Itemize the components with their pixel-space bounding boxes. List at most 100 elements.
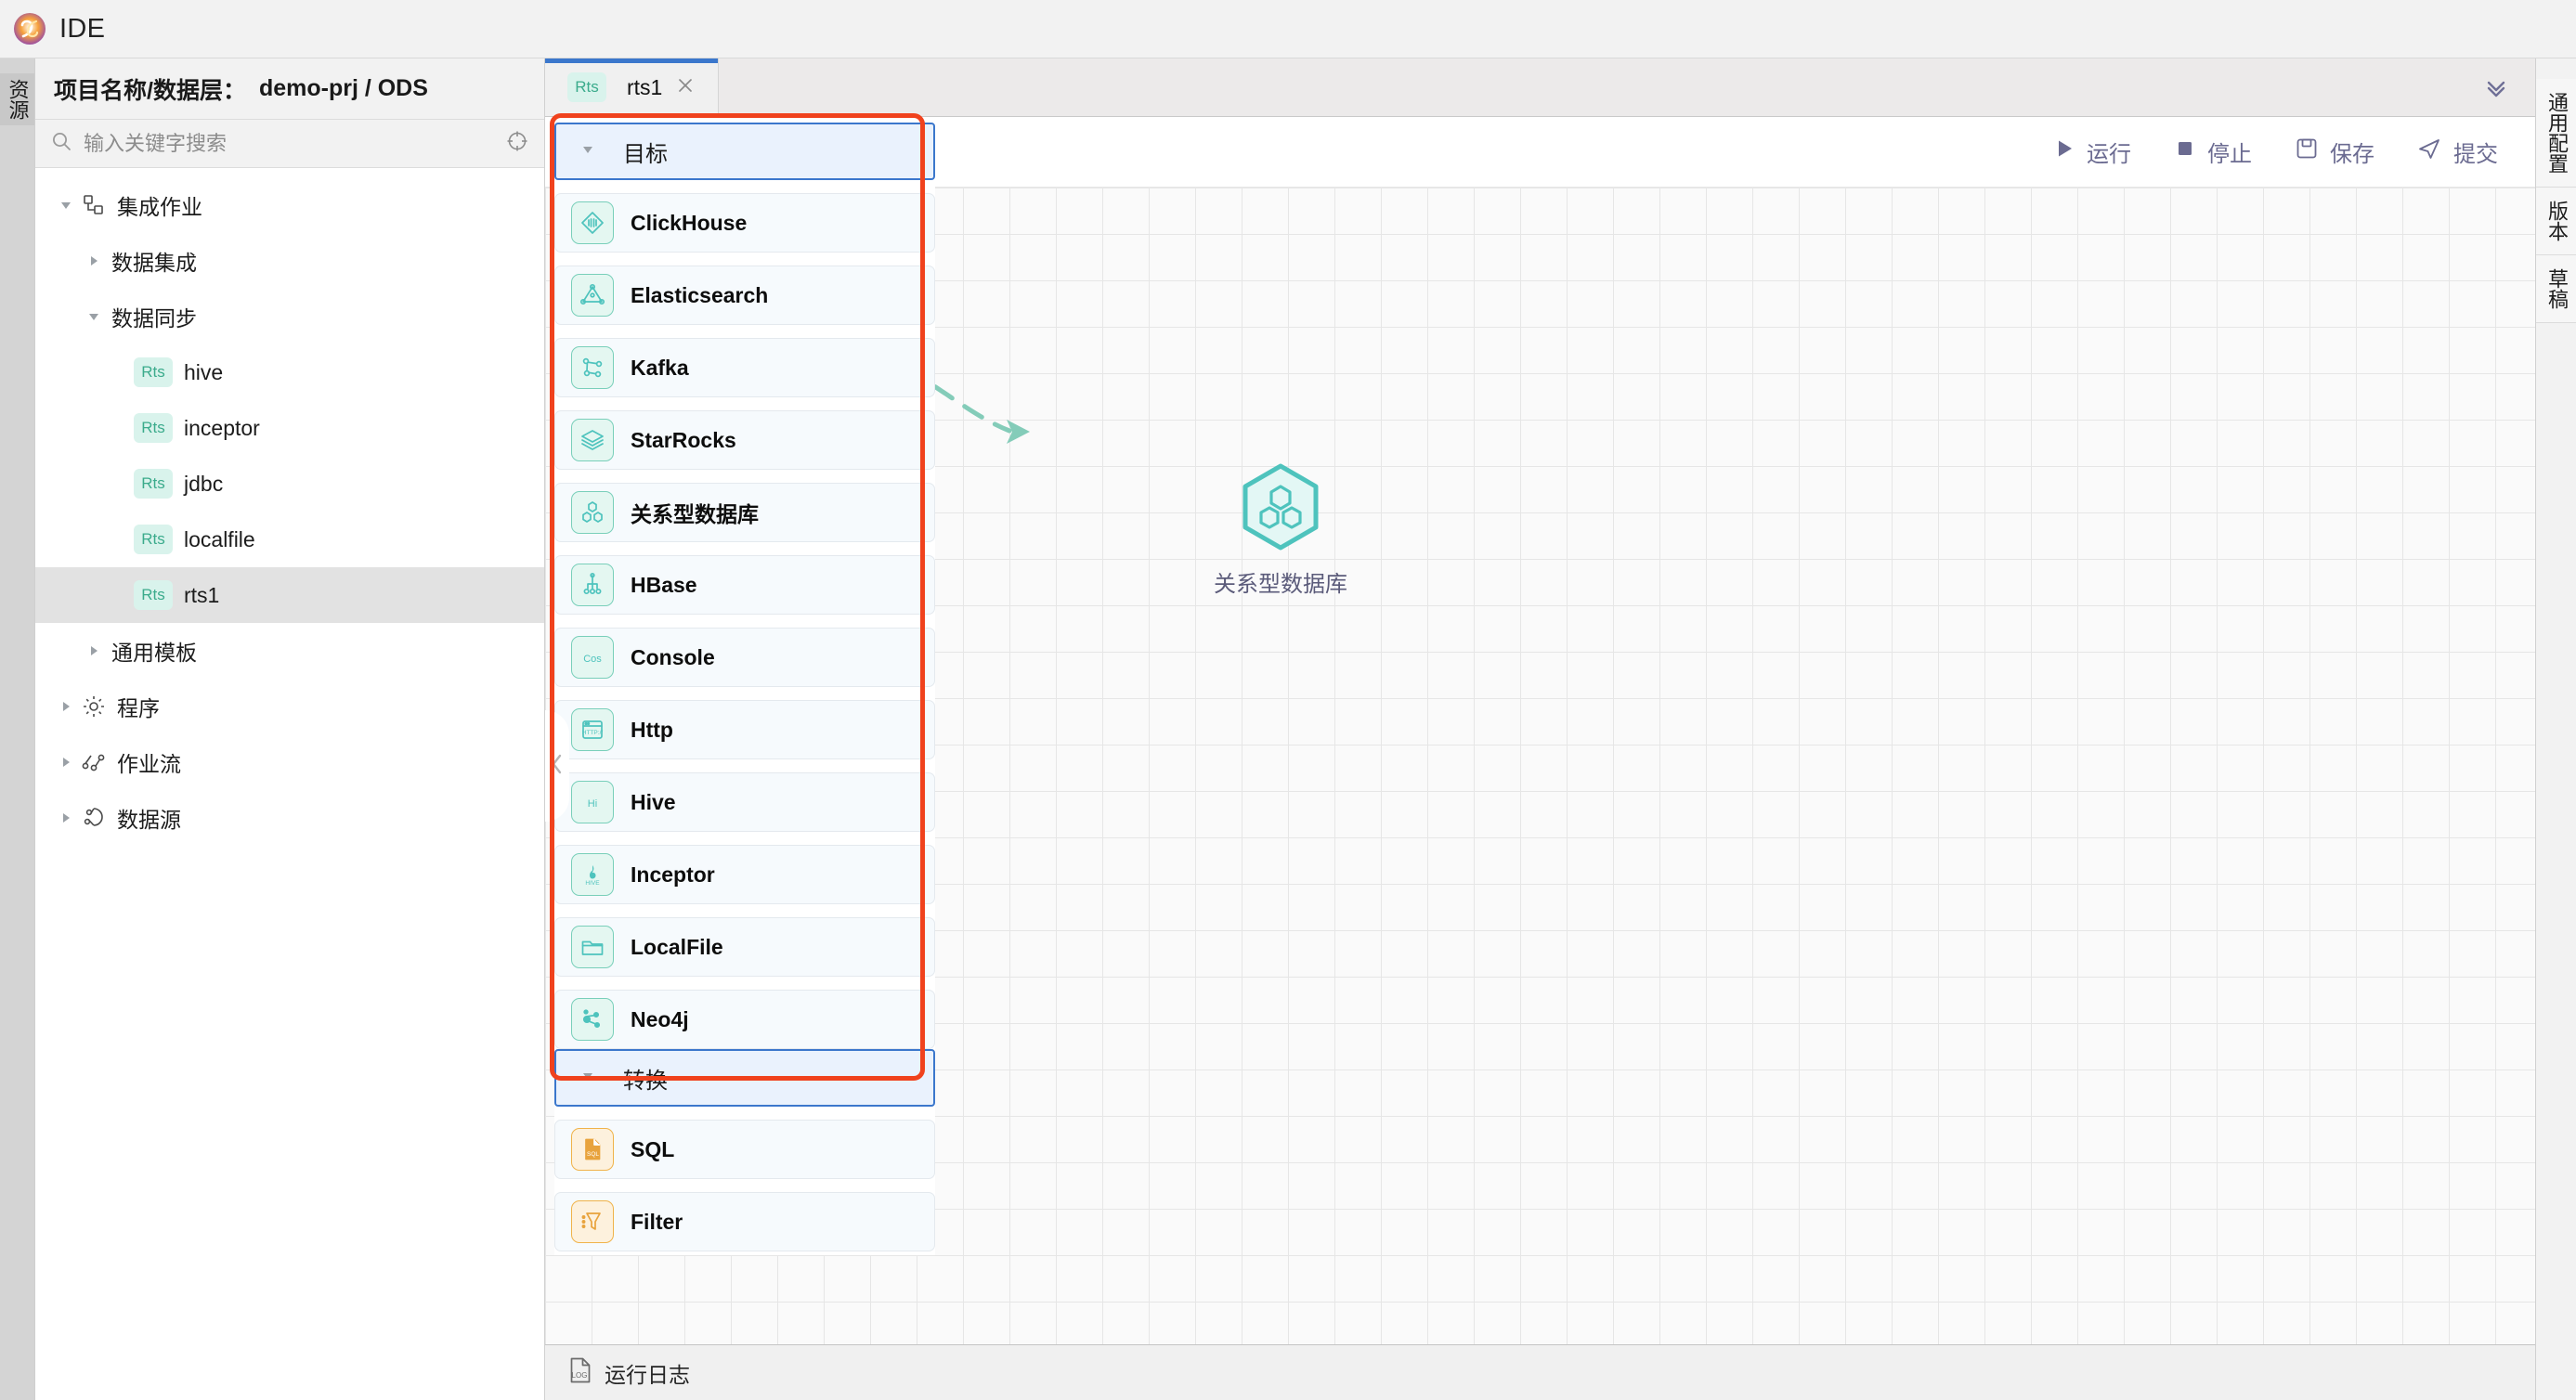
right-rail-tab-版本[interactable]: 版本 [2536, 188, 2576, 255]
tree-item-localfile[interactable]: Rtslocalfile [35, 512, 544, 567]
crosshair-icon[interactable] [505, 129, 529, 158]
tree-item-程序[interactable]: 程序 [35, 679, 544, 734]
right-rail-tab-通用配置[interactable]: 通用配置 [2536, 79, 2576, 188]
close-icon[interactable] [671, 73, 699, 102]
bottom-bar-label[interactable]: 运行日志 [605, 1357, 690, 1389]
caret-down-icon[interactable] [54, 198, 78, 213]
workflow-icon [78, 750, 110, 774]
tree-item-label: 集成作业 [117, 189, 202, 221]
palette-item-label: Hive [631, 790, 676, 815]
tree-item-jdbc[interactable]: Rtsjdbc [35, 456, 544, 512]
datasource-icon [78, 806, 110, 830]
tree-item-作业流[interactable]: 作业流 [35, 734, 544, 790]
tree-item-label: 数据同步 [111, 301, 197, 332]
palette-item-Inceptor[interactable]: HIVE Inceptor [554, 845, 935, 904]
palette-group-转换[interactable]: 转换 [554, 1049, 935, 1107]
palette-item-label: ClickHouse [631, 211, 747, 236]
run-button[interactable]: 运行 [2053, 136, 2131, 168]
rdb-icon [571, 491, 614, 534]
chevron-double-down-icon[interactable] [2457, 58, 2535, 116]
palette-item-Hive[interactable]: Hi Hive [554, 772, 935, 832]
caret-right-icon[interactable] [82, 643, 106, 658]
node-palette: 目标 ClickHouse Elasticsearch Kafka StarRocks 关… [554, 123, 935, 1255]
tree-item-label: 数据集成 [111, 245, 197, 277]
right-rail-tab-草稿[interactable]: 草稿 [2536, 255, 2576, 323]
palette-item-label: Elasticsearch [631, 283, 768, 308]
tree-item-集成作业[interactable]: 集成作业 [35, 177, 544, 233]
hive-icon: Hi [571, 781, 614, 823]
console-icon: Cos [571, 636, 614, 679]
palette-item-Console[interactable]: CosConsole [554, 628, 935, 687]
palette-item-StarRocks[interactable]: StarRocks [554, 410, 935, 470]
main-area: 资源 项目名称/数据层： demo-prj / ODS 集成作业数据集成数 [0, 58, 2576, 1400]
palette-item-label: StarRocks [631, 428, 736, 453]
tree-item-数据源[interactable]: 数据源 [35, 790, 544, 846]
palette-item-Neo4j[interactable]: Neo4j [554, 990, 935, 1049]
tree-item-hive[interactable]: Rtshive [35, 344, 544, 400]
project-header-value: demo-prj / ODS [259, 75, 428, 102]
search-row [35, 120, 544, 168]
palette-item-LocalFile[interactable]: LocalFile [554, 917, 935, 977]
tree-item-数据同步[interactable]: 数据同步 [35, 289, 544, 344]
bottom-bar: LOG 运行日志 [545, 1344, 2535, 1400]
svg-text:SQL: SQL [587, 1151, 599, 1158]
tree-item-label: 通用模板 [111, 635, 197, 667]
hbase-icon [571, 564, 614, 606]
clickhouse-icon [571, 201, 614, 244]
palette-item-关系型数据库[interactable]: 关系型数据库 [554, 483, 935, 542]
tab-badge: Rts [567, 72, 606, 102]
palette-item-Http[interactable]: HTTP:// Http [554, 700, 935, 759]
palette-item-HBase[interactable]: HBase [554, 555, 935, 615]
palette-item-label: Http [631, 718, 673, 743]
palette-item-label: LocalFile [631, 935, 723, 960]
submit-button-label: 提交 [2453, 136, 2498, 168]
gear-icon [78, 694, 110, 719]
tree-item-inceptor[interactable]: Rtsinceptor [35, 400, 544, 456]
palette-item-SQL[interactable]: SQL SQL [554, 1120, 935, 1179]
tree-item-通用模板[interactable]: 通用模板 [35, 623, 544, 679]
app-bar: IDE [0, 0, 2576, 58]
rts-badge: Rts [134, 525, 173, 554]
tree-item-rts1[interactable]: Rts rts1 [35, 567, 544, 623]
stop-button[interactable]: 停止 [2174, 136, 2252, 168]
submit-button[interactable]: 提交 [2417, 136, 2498, 168]
palette-item-label: Filter [631, 1210, 683, 1235]
http-icon: HTTP:// [571, 708, 614, 751]
tree-item-数据集成[interactable]: 数据集成 [35, 233, 544, 289]
right-rail: 通用配置版本草稿 [2535, 58, 2576, 1400]
caret-right-icon[interactable] [54, 810, 78, 825]
caret-down-icon[interactable] [82, 309, 106, 324]
caret-right-icon[interactable] [54, 699, 78, 714]
palette-item-label: Kafka [631, 356, 689, 381]
caret-right-icon[interactable] [54, 755, 78, 770]
editor-tab-rts1[interactable]: Rts rts1 [545, 58, 719, 116]
save-button[interactable]: 保存 [2295, 136, 2374, 168]
tree-item-label: 作业流 [117, 746, 181, 778]
palette-item-label: 关系型数据库 [631, 497, 759, 528]
tree-item-label: rts1 [184, 583, 219, 608]
palette-group-title: 转换 [623, 1062, 668, 1095]
rts-badge: Rts [134, 580, 173, 610]
rts-badge: Rts [134, 413, 173, 443]
svg-text:Hi: Hi [588, 798, 597, 810]
palette-group-目标[interactable]: 目标 [554, 123, 935, 180]
svg-text:HIVE: HIVE [585, 880, 600, 887]
palette-group-title: 目标 [623, 136, 668, 168]
palette-item-Kafka[interactable]: Kafka [554, 338, 935, 397]
palette-item-ClickHouse[interactable]: ClickHouse [554, 193, 935, 253]
rdb-hex-icon [1240, 462, 1321, 556]
palette-item-label: SQL [631, 1137, 674, 1162]
rts-badge: Rts [134, 357, 173, 387]
save-icon [2295, 136, 2319, 167]
palette-collapse-handle[interactable] [545, 710, 569, 822]
canvas-node-rdb[interactable]: 关系型数据库 [1214, 462, 1347, 598]
caret-down-icon [580, 142, 595, 162]
rail-tab-resource[interactable]: 资源 [0, 73, 34, 125]
search-input[interactable] [84, 132, 494, 156]
inceptor-icon: HIVE [571, 853, 614, 896]
stop-button-label: 停止 [2207, 136, 2252, 168]
palette-item-label: Inceptor [631, 862, 715, 888]
palette-item-Elasticsearch[interactable]: Elasticsearch [554, 266, 935, 325]
palette-item-Filter[interactable]: Filter [554, 1192, 935, 1251]
caret-right-icon[interactable] [82, 253, 106, 268]
